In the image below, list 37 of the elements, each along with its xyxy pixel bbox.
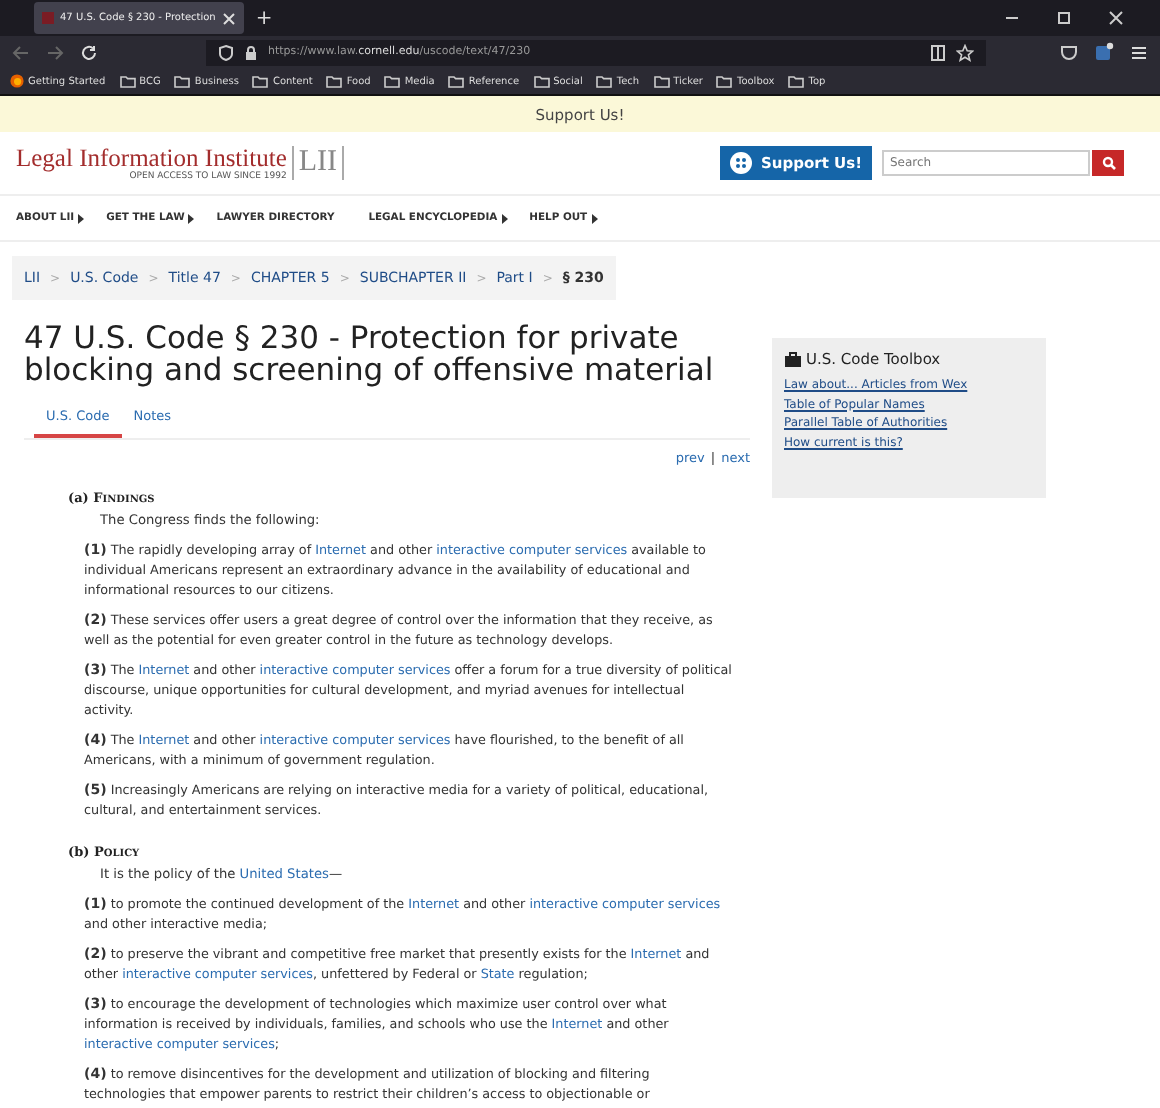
folder-icon xyxy=(533,74,550,88)
close-icon[interactable] xyxy=(221,11,236,25)
reload-icon[interactable] xyxy=(80,43,98,61)
search-icon xyxy=(1101,156,1115,170)
reader-icon[interactable] xyxy=(930,43,946,61)
browser-logo-icon xyxy=(10,74,24,88)
pocket-icon[interactable] xyxy=(1060,43,1078,61)
site-logo-mark[interactable]: LII xyxy=(292,146,344,180)
folder-icon xyxy=(384,74,401,88)
briefcase-icon xyxy=(784,351,802,367)
site-logo-name[interactable]: Legal Information Institute xyxy=(16,145,287,171)
folder-icon xyxy=(448,74,465,88)
caret-icon xyxy=(501,213,508,223)
folder-icon xyxy=(716,74,733,88)
folder-icon xyxy=(653,74,670,88)
folder-icon xyxy=(326,74,343,88)
folder-icon xyxy=(596,74,613,88)
caret-icon xyxy=(78,213,85,223)
extension-icon[interactable] xyxy=(1094,42,1114,62)
caret-icon xyxy=(591,213,598,223)
shield-icon[interactable] xyxy=(218,43,234,61)
folder-icon xyxy=(252,74,269,88)
folder-icon xyxy=(174,74,191,88)
back-icon[interactable] xyxy=(12,43,30,61)
folder-icon xyxy=(119,74,136,88)
close-icon[interactable] xyxy=(1108,10,1124,26)
new-tab-button[interactable]: + xyxy=(255,7,273,29)
page-title: 47 U.S. Code § 230 - Protection for private blocking and screening of offensive material xyxy=(24,322,716,386)
caret-icon xyxy=(188,213,195,223)
menu-icon[interactable] xyxy=(1130,43,1148,61)
maximize-icon[interactable] xyxy=(1056,10,1072,26)
search-button[interactable] xyxy=(1092,150,1124,176)
forward-icon[interactable] xyxy=(46,43,64,61)
folder-icon xyxy=(788,74,805,88)
lock-icon[interactable] xyxy=(244,43,258,61)
star-icon[interactable] xyxy=(956,43,974,61)
grid-circle-icon xyxy=(730,152,753,174)
